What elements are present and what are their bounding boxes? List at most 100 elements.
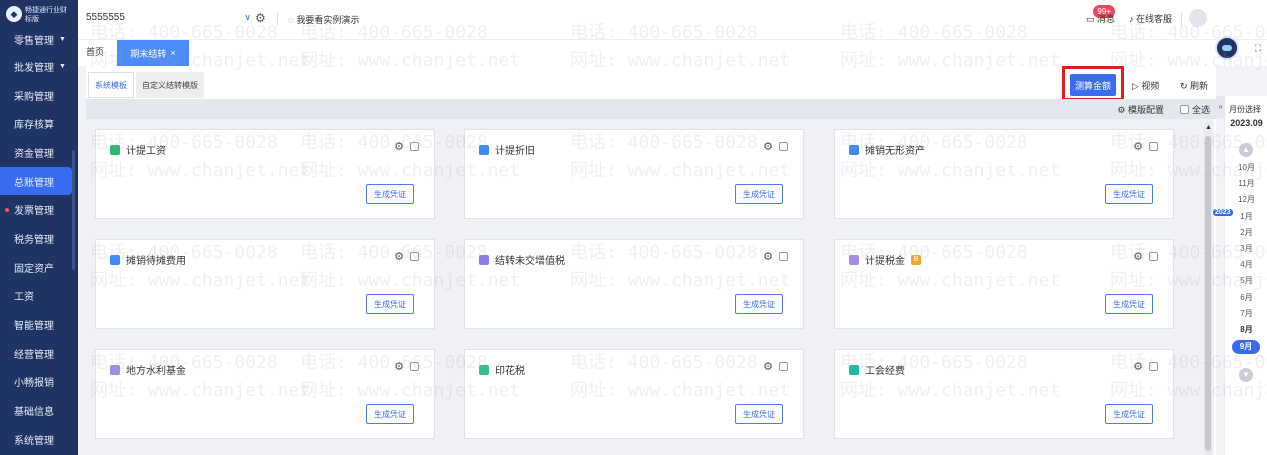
brand-name: 畅捷通行业财 标版 [25, 7, 67, 23]
sidebar-item-label: 经营管理 [14, 349, 54, 361]
sidebar-item-tax[interactable]: 税务管理 [0, 224, 78, 253]
generate-voucher-button[interactable]: 生成凭证 [735, 404, 783, 424]
top-header: 5555555 ∨ ⚙ ◌ 我要看实例演示 99+ ▭ 消息 ♪ 在线客服 [78, 0, 1267, 40]
messages-button[interactable]: ▭ 消息 [1086, 12, 1115, 25]
fullscreen-icon[interactable]: ⛶ [1255, 43, 1261, 54]
divider [1181, 12, 1182, 26]
refresh-button[interactable]: ↻ 刷新 [1180, 79, 1208, 92]
select-all[interactable]: 全选 [1179, 103, 1210, 116]
card-title: 摊销待摊费用 [126, 256, 186, 267]
tab-period-end[interactable]: 期末结转 × [117, 40, 189, 66]
scroll-down-icon[interactable]: ▼ [1239, 368, 1253, 382]
month-picker: » 月份选择 2023.09 ▲ 2023 10月 11月 12月 1月 2月 3月 4月 5… [1213, 96, 1267, 455]
sidebar-item-fixed-assets[interactable]: 固定资产 [0, 253, 78, 282]
card-settings-icon[interactable]: ⚙ [394, 360, 404, 373]
card-checkbox[interactable] [410, 142, 419, 151]
month-item[interactable]: 1月 [1225, 211, 1267, 222]
card-settings-icon[interactable]: ⚙ [1133, 360, 1143, 373]
content-scrollbar[interactable]: ▲ [1204, 122, 1212, 455]
sidebar-item-expense[interactable]: 小畅报销 [0, 368, 78, 397]
scroll-up-icon[interactable]: ▲ [1205, 124, 1212, 131]
card-checkbox[interactable] [779, 362, 788, 371]
card-checkbox[interactable] [779, 142, 788, 151]
sidebar-item-invoice[interactable]: 发票管理 [0, 195, 78, 224]
generate-voucher-button[interactable]: 生成凭证 [735, 294, 783, 314]
generate-voucher-button[interactable]: 生成凭证 [366, 404, 414, 424]
sidebar-item-ledger[interactable]: 总账管理 [0, 166, 72, 196]
card-checkbox[interactable] [1149, 362, 1158, 371]
sidebar-item-payroll[interactable]: 工资 [0, 282, 78, 311]
sidebar-item-basic-info[interactable]: 基础信息 [0, 396, 78, 425]
eye-icon: ◌ [288, 15, 294, 25]
generate-voucher-button[interactable]: 生成凭证 [366, 184, 414, 204]
assistant-robot-icon[interactable] [1215, 36, 1239, 60]
month-item[interactable]: 8月 [1225, 324, 1267, 335]
month-item[interactable]: 6月 [1225, 292, 1267, 303]
month-item[interactable]: 9月 [1232, 340, 1260, 355]
month-item[interactable]: 3月 [1225, 243, 1267, 254]
scroll-thumb[interactable] [1205, 136, 1211, 451]
calculate-amount-button[interactable]: 测算金额 [1070, 74, 1116, 96]
month-item[interactable]: 12月 [1225, 194, 1267, 205]
month-item[interactable]: 10月 [1225, 162, 1267, 173]
card-settings-icon[interactable]: ⚙ [763, 140, 773, 153]
card-settings-icon[interactable]: ⚙ [394, 250, 404, 263]
video-button[interactable]: ▷ 视频 [1132, 79, 1159, 92]
month-item[interactable]: 2月 [1225, 227, 1267, 238]
tab-custom-template[interactable]: 自定义结转模版 [136, 72, 204, 98]
tab-home[interactable]: 首页 [86, 45, 104, 58]
sidebar-scrollbar[interactable] [72, 150, 75, 270]
close-icon[interactable]: × [170, 48, 175, 58]
card-settings-icon[interactable]: ⚙ [1133, 250, 1143, 263]
headset-icon: ♪ [1128, 14, 1136, 24]
template-config-button[interactable]: ⚙ 模版配置 [1117, 103, 1164, 116]
sidebar-item-retail[interactable]: 零售管理 ▼ [0, 32, 78, 47]
card-header: 计提折旧 [479, 142, 535, 157]
tag-badge: B [911, 254, 921, 265]
avatar[interactable] [1189, 9, 1207, 27]
card-checkbox[interactable] [779, 252, 788, 261]
sidebar-item-label: 智能管理 [14, 321, 54, 333]
scroll-up-icon[interactable]: ▲ [1239, 143, 1253, 157]
month-item[interactable]: 5月 [1225, 275, 1267, 286]
generate-voucher-button[interactable]: 生成凭证 [1105, 294, 1153, 314]
collapse-arrow-icon[interactable]: » [1216, 96, 1225, 118]
account-selector[interactable]: 5555555 ∨ [86, 12, 251, 23]
card-checkbox[interactable] [410, 362, 419, 371]
card-title: 地方水利基金 [126, 366, 186, 377]
month-item[interactable]: 4月 [1225, 259, 1267, 270]
divider [277, 12, 278, 26]
caret-down-icon: ▼ [59, 35, 66, 43]
template-card: 地方水利基金 ⚙ 生成凭证 [95, 349, 435, 439]
sidebar-item-operations[interactable]: 经营管理 [0, 339, 78, 368]
template-icon [479, 364, 489, 375]
generate-voucher-button[interactable]: 生成凭证 [1105, 404, 1153, 424]
card-checkbox[interactable] [410, 252, 419, 261]
select-all-checkbox[interactable] [1179, 105, 1189, 114]
sidebar-item-inventory[interactable]: 库存核算 [0, 109, 78, 138]
generate-voucher-button[interactable]: 生成凭证 [1105, 184, 1153, 204]
sidebar-item-system[interactable]: 系统管理 [0, 425, 78, 454]
month-item[interactable]: 7月 [1225, 308, 1267, 319]
card-checkbox[interactable] [1149, 142, 1158, 151]
generate-voucher-button[interactable]: 生成凭证 [366, 294, 414, 314]
sidebar-item-wholesale[interactable]: 批发管理 ▼ [0, 52, 78, 81]
card-settings-icon[interactable]: ⚙ [763, 360, 773, 373]
tab-system-template[interactable]: 系统模板 [88, 72, 134, 98]
generate-voucher-button[interactable]: 生成凭证 [735, 184, 783, 204]
settings-gear-icon[interactable]: ⚙ [255, 11, 266, 25]
card-header: 计提工资 [110, 142, 166, 157]
sidebar-item-funds[interactable]: 资金管理 [0, 138, 78, 167]
card-checkbox[interactable] [1149, 252, 1158, 261]
card-settings-icon[interactable]: ⚙ [394, 140, 404, 153]
sidebar-item-purchase[interactable]: 采购管理 [0, 81, 78, 110]
demo-link[interactable]: ◌ 我要看实例演示 [288, 13, 359, 26]
card-settings-icon[interactable]: ⚙ [763, 250, 773, 263]
card-settings-icon[interactable]: ⚙ [1133, 140, 1143, 153]
sidebar-item-smart[interactable]: 智能管理 [0, 310, 78, 339]
template-card: 印花税 ⚙ 生成凭证 [464, 349, 804, 439]
month-item[interactable]: 11月 [1225, 178, 1267, 189]
sidebar: ◆ 畅捷通行业财 标版 零售管理 ▼ 批发管理 ▼ 采购管理 库存核算 资金管理 总… [0, 0, 78, 455]
online-service-button[interactable]: ♪ 在线客服 [1129, 12, 1172, 25]
demo-label: 我要看实例演示 [296, 15, 360, 25]
